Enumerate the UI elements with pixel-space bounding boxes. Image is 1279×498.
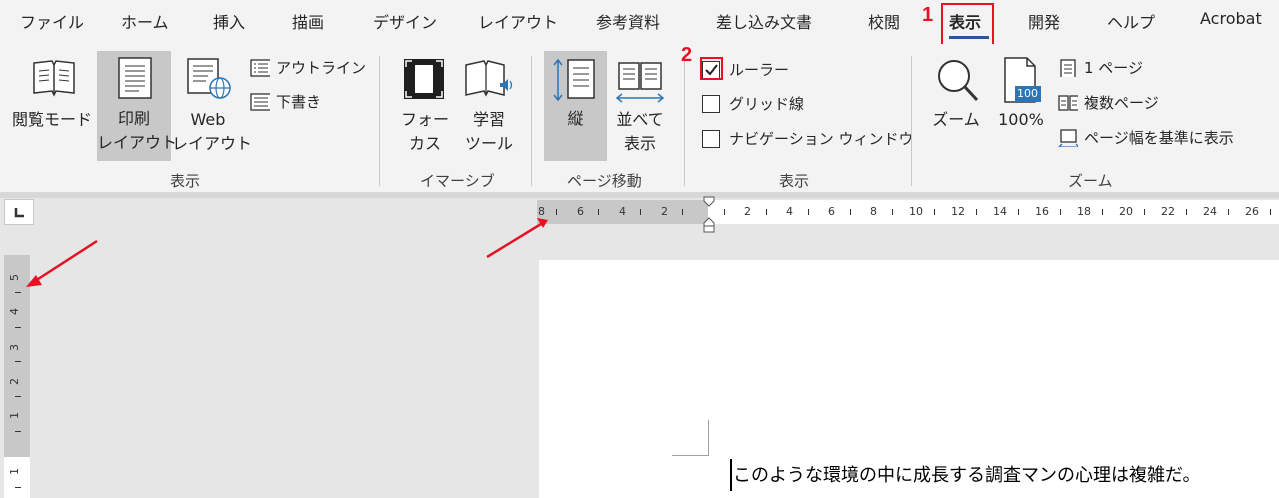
arrow-to-horizontal-ruler (486, 218, 548, 259)
annotation-arrows (26, 218, 548, 287)
arrow-to-vertical-ruler (26, 239, 98, 287)
